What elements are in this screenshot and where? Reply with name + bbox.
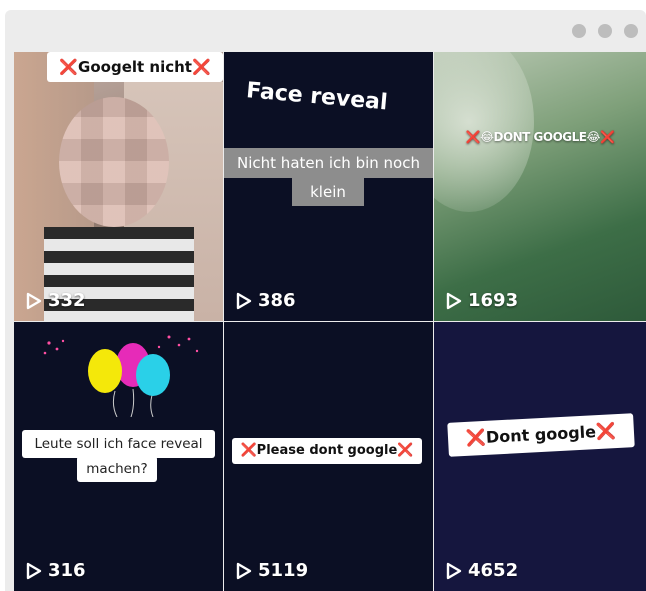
overlay-subtitle: klein <box>292 178 364 206</box>
view-count: 4652 <box>446 560 518 581</box>
caption: ❌😂DONT GOOGLE😂❌ <box>465 130 615 144</box>
caption: ❌Googelt nicht❌ <box>47 52 223 82</box>
window-dot-icon[interactable] <box>624 24 638 38</box>
video-tile[interactable]: Face reveal Nicht haten ich bin noch kle… <box>224 52 433 321</box>
view-count: 1693 <box>446 290 518 311</box>
caption: Leute soll ich face reveal <box>22 430 215 458</box>
x-mark-icon: ❌ <box>191 58 211 76</box>
video-grid: ❌Googelt nicht❌ 332 Face reveal Nicht ha… <box>14 52 646 591</box>
view-count: 5119 <box>236 560 308 581</box>
view-count: 386 <box>236 290 296 311</box>
video-tile[interactable]: ❌Googelt nicht❌ 332 <box>14 52 223 321</box>
video-tile[interactable]: ❌Please dont google❌ 5119 <box>224 322 433 591</box>
video-tile[interactable]: Leute soll ich face reveal machen? 316 <box>14 322 223 591</box>
view-count: 316 <box>26 560 86 581</box>
pixelated-face <box>59 97 169 227</box>
balloons-icon <box>43 335 199 417</box>
x-mark-icon: ❌ <box>59 58 79 76</box>
overlay-subtitle: Nicht haten ich bin noch <box>224 148 433 178</box>
window-dot-icon[interactable] <box>598 24 612 38</box>
x-mark-icon: ❌ <box>595 421 617 442</box>
x-mark-icon: ❌ <box>240 443 257 458</box>
play-icon <box>26 562 42 579</box>
play-icon <box>26 292 42 309</box>
browser-window: ❌Googelt nicht❌ 332 Face reveal Nicht ha… <box>5 10 646 591</box>
play-icon <box>236 562 252 579</box>
window-titlebar <box>5 10 646 52</box>
video-tile[interactable]: ❌Dont google❌ 4652 <box>434 322 646 591</box>
window-dot-icon[interactable] <box>572 24 586 38</box>
play-icon <box>236 292 252 309</box>
x-mark-icon: ❌ <box>465 427 487 448</box>
video-tile[interactable]: ❌😂DONT GOOGLE😂❌ 1693 <box>434 52 646 321</box>
play-icon <box>446 292 462 309</box>
view-count: 332 <box>26 290 86 311</box>
caption: ❌Please dont google❌ <box>232 438 422 464</box>
play-icon <box>446 562 462 579</box>
x-mark-icon: ❌ <box>397 443 414 458</box>
caption: machen? <box>77 456 157 482</box>
caption: ❌Dont google❌ <box>447 413 635 457</box>
overlay-title: Face reveal <box>245 78 389 116</box>
